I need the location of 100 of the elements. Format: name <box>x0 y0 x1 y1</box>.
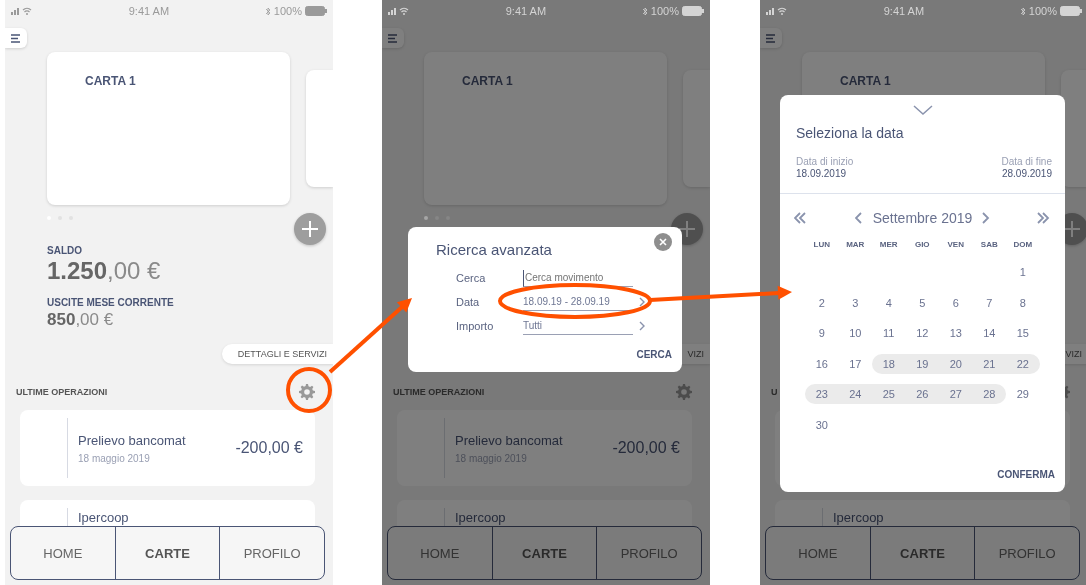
field-label: Cerca <box>456 272 487 284</box>
calendar-day[interactable]: 26 <box>905 384 939 404</box>
weekday-label: MAR <box>845 240 866 249</box>
nav-tab[interactable]: PROFILO <box>974 527 1079 579</box>
weekday-label: DOM <box>1012 240 1034 249</box>
calendar-day[interactable]: 5 <box>905 292 939 313</box>
calendar-day[interactable]: 21 <box>972 353 1006 374</box>
calendar-day[interactable]: 18 <box>872 353 906 374</box>
calendar-day[interactable]: 4 <box>872 292 906 313</box>
menu-icon <box>11 33 21 43</box>
nav-tab[interactable]: HOME <box>11 527 115 579</box>
plus-icon <box>679 221 695 237</box>
transaction-amount: -200,00 € <box>612 439 680 457</box>
calendar-day[interactable]: 20 <box>939 353 973 374</box>
calendar-day[interactable]: 17 <box>838 353 872 374</box>
start-date-label: Data di inizio <box>796 156 854 167</box>
calendar-day[interactable]: 13 <box>939 323 973 343</box>
transaction-card[interactable]: Ipercoop <box>775 500 1070 526</box>
section-title: U <box>771 387 778 397</box>
previous-month-button[interactable] <box>854 212 863 224</box>
start-date-value: 18.09.2019 <box>796 168 848 179</box>
status-time: 9:41 AM <box>883 5 925 17</box>
status-time: 9:41 AM <box>505 5 547 17</box>
close-button[interactable] <box>654 233 672 251</box>
transaction-date: 18 maggio 2019 <box>78 452 151 464</box>
weekday-label: MER <box>878 240 899 249</box>
calendar-day[interactable]: 19 <box>905 353 939 374</box>
battery-icon <box>305 6 327 16</box>
calendar-day[interactable]: 9 <box>805 323 839 343</box>
calendar-day[interactable]: 2 <box>805 292 839 313</box>
card-title: CARTA 1 <box>85 74 136 88</box>
transaction-card[interactable]: Prelievo bancomat 18 maggio 2019 -200,00 € <box>20 410 315 486</box>
settings-icon[interactable] <box>299 384 315 400</box>
bank-card[interactable]: CARTA 1 <box>47 52 290 205</box>
section-title: ULTIME OPERAZIONI <box>16 387 108 397</box>
calendar-day[interactable]: 11 <box>872 323 906 343</box>
nav-tab[interactable]: CARTE <box>491 527 597 579</box>
chevron-right-icon <box>639 321 645 331</box>
calendar-day[interactable]: 24 <box>838 384 872 404</box>
dialog-title: Ricerca avanzata <box>436 241 552 258</box>
page-dot[interactable] <box>424 216 428 220</box>
menu-button[interactable] <box>5 28 27 48</box>
previous-year-button[interactable] <box>794 212 808 224</box>
calendar-day[interactable]: 8 <box>1006 292 1040 313</box>
nav-tab[interactable]: CARTE <box>114 527 220 579</box>
end-date-label: Data di fine <box>1001 156 1052 167</box>
card-title: CARTA 1 <box>840 74 891 88</box>
nav-tab[interactable]: PROFILO <box>596 527 701 579</box>
nav-tab[interactable]: HOME <box>388 527 492 579</box>
calendar-day[interactable]: 28 <box>972 384 1006 404</box>
calendar-day[interactable]: 14 <box>972 323 1006 343</box>
search-button[interactable]: CERCA <box>636 349 672 360</box>
menu-button[interactable] <box>760 28 782 48</box>
search-field[interactable]: Cerca movimento <box>523 269 633 287</box>
bank-card[interactable]: CARTA 1 <box>424 52 667 205</box>
confirm-button[interactable]: CONFERMA <box>997 469 1055 480</box>
calendar-day[interactable]: 25 <box>872 384 906 404</box>
calendar-day[interactable]: 10 <box>838 323 872 343</box>
bluetooth-icon <box>642 6 648 16</box>
calendar-day[interactable]: 16 <box>805 353 839 374</box>
dialog-title: Seleziona la data <box>796 125 905 141</box>
signal-icon <box>388 7 409 15</box>
calendar-day[interactable]: 30 <box>805 414 839 435</box>
calendar-day[interactable]: 15 <box>1006 323 1040 343</box>
menu-button[interactable] <box>382 28 404 48</box>
calendar-day[interactable]: 12 <box>905 323 939 343</box>
next-month-button[interactable] <box>982 212 991 224</box>
balance-amount: 1.250,00 € <box>47 257 162 285</box>
details-button[interactable]: DETTAGLI E SERVIZI <box>221 344 333 364</box>
calendar-day[interactable]: 22 <box>1006 353 1040 374</box>
plus-icon <box>302 221 318 237</box>
end-date-value: 28.09.2019 <box>1001 168 1052 179</box>
calendar-day[interactable]: 6 <box>939 292 973 313</box>
calendar-day[interactable]: 3 <box>838 292 872 313</box>
select-field[interactable]: Tutti <box>523 317 633 335</box>
battery-percentage: 100% <box>273 5 302 17</box>
calendar-day[interactable]: 7 <box>972 292 1006 313</box>
close-icon <box>659 238 667 246</box>
card-title: CARTA 1 <box>462 74 513 88</box>
month-title: Settembre 2019 <box>872 210 973 226</box>
settings-icon[interactable] <box>676 384 692 400</box>
expenses-amount: 850,00 € <box>47 309 115 331</box>
nav-tab[interactable]: PROFILO <box>219 527 324 579</box>
collapse-button[interactable] <box>912 105 933 115</box>
next-year-button[interactable] <box>1037 212 1051 224</box>
nav-tab[interactable]: HOME <box>766 527 870 579</box>
calendar-day[interactable]: 1 <box>1006 262 1040 282</box>
signal-icon <box>11 7 32 15</box>
menu-icon <box>388 33 398 43</box>
weekday-label: SAB <box>979 240 999 249</box>
transaction-card[interactable]: Ipercoop <box>397 500 692 526</box>
transaction-title: Ipercoop <box>833 510 884 525</box>
nav-tab[interactable]: CARTE <box>869 527 975 579</box>
calendar-day[interactable]: 23 <box>805 384 839 404</box>
calendar-day[interactable]: 29 <box>1006 384 1040 404</box>
transaction-title: Ipercoop <box>78 510 129 525</box>
select-field[interactable]: 18.09.19 - 28.09.19 <box>523 293 633 311</box>
menu-icon <box>766 33 776 43</box>
transaction-card[interactable]: Ipercoop <box>20 500 315 526</box>
calendar-day[interactable]: 27 <box>939 384 973 404</box>
